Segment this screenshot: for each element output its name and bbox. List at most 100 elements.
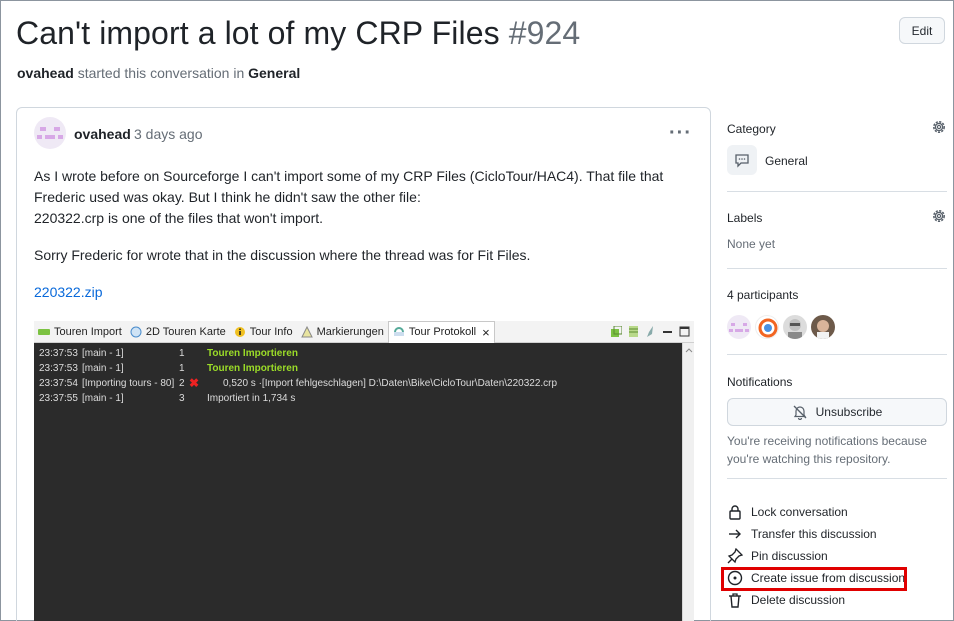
discussion-header: Can't import a lot of my CRP Files #924 … — [16, 15, 945, 55]
category-gear-icon[interactable] — [931, 119, 947, 135]
post-author[interactable]: ovahead — [74, 126, 131, 142]
bell-slash-icon — [793, 405, 807, 420]
trash-icon — [727, 592, 743, 608]
avatar[interactable] — [811, 315, 835, 339]
tab-label: Tour Protokoll — [408, 326, 477, 338]
action-label: Transfer this discussion — [751, 527, 877, 541]
clear-icon — [645, 326, 656, 337]
log-icon — [393, 327, 404, 336]
notifications-heading: Notifications — [727, 375, 793, 389]
log-message: 0,520 s ·[Import fehlgeschlagen] D:\Date… — [223, 378, 558, 389]
lock-conversation-button[interactable]: Lock conversation — [727, 503, 848, 521]
error-icon: ✖ — [189, 376, 200, 390]
avatar[interactable] — [783, 315, 807, 339]
log-console: 23:37:53 [main - 1] 1 Touren Importieren… — [34, 343, 682, 621]
log-number: 1 — [179, 363, 185, 374]
action-label: Lock conversation — [751, 505, 848, 519]
more-options-icon[interactable]: ··· — [669, 122, 692, 145]
tab-2d-touren-karte: 2D Touren Karte — [126, 321, 230, 343]
divider — [727, 354, 947, 355]
header-author-link[interactable]: ovahead — [17, 65, 74, 81]
discussion-post: ovahead 3 days ago ··· As I wrote before… — [16, 107, 711, 621]
started-text: started this conversation in — [77, 65, 245, 81]
edit-button[interactable]: Edit — [899, 17, 945, 44]
log-source: [main - 1] — [82, 363, 124, 374]
divider — [727, 191, 947, 192]
copy-icon — [611, 325, 623, 337]
avatar[interactable] — [34, 117, 66, 149]
log-message: Touren Importieren — [207, 363, 298, 374]
log-time: 23:37:53 — [39, 348, 78, 359]
scroll-up-icon — [685, 348, 693, 353]
header-category-link[interactable]: General — [248, 65, 300, 81]
tab-markierungen: Markierungen — [297, 321, 388, 343]
console-scrollbar — [682, 343, 694, 621]
log-time: 23:37:53 — [39, 363, 78, 374]
log-source: [main - 1] — [82, 393, 124, 404]
arrow-right-icon — [727, 526, 743, 542]
participants-heading: 4 participants — [727, 288, 799, 302]
log-message: Importiert in 1,734 s — [207, 393, 296, 404]
post-line: 220322.crp is one of the files that won'… — [34, 210, 324, 226]
labels-gear-icon[interactable] — [931, 208, 947, 224]
info-icon — [234, 326, 245, 337]
tab-label: Touren Import — [54, 325, 122, 338]
delete-discussion-button[interactable]: Delete discussion — [727, 591, 845, 609]
page-title: Can't import a lot of my CRP Files #924 — [16, 15, 945, 52]
post-body: As I wrote before on Sourceforge I can't… — [34, 166, 694, 319]
globe-icon — [130, 326, 142, 337]
divider — [727, 478, 947, 479]
discussion-meta: ovahead started this conversation in Gen… — [17, 65, 300, 81]
log-number: 1 — [179, 348, 185, 359]
avatar[interactable] — [755, 315, 779, 339]
log-time: 23:37:54 — [39, 378, 78, 389]
pin-icon — [727, 548, 743, 564]
log-message: Touren Importieren — [207, 348, 298, 359]
minimize-icon — [662, 326, 673, 337]
transfer-discussion-button[interactable]: Transfer this discussion — [727, 525, 877, 543]
tab-tour-info: Tour Info — [230, 321, 297, 343]
maximize-icon — [679, 326, 690, 337]
log-source: [Importing tours - 80] — [82, 378, 175, 389]
notification-reason: You're receiving notifications because y… — [727, 432, 927, 468]
labels-heading: Labels — [727, 211, 763, 225]
tab-label: Tour Info — [249, 325, 293, 338]
marker-icon — [300, 325, 313, 337]
unsubscribe-button[interactable]: Unsubscribe — [727, 398, 947, 426]
labels-value: None yet — [727, 237, 776, 251]
columns-icon — [628, 326, 639, 337]
post-paragraph: As I wrote before on Sourceforge I can't… — [34, 166, 694, 229]
attachment-link[interactable]: 220322.zip — [34, 284, 103, 300]
screenshot-tab-bar: Touren Import 2D Touren Karte Tour Info … — [34, 320, 694, 343]
import-icon — [38, 328, 50, 335]
title-text: Can't import a lot of my CRP Files — [16, 15, 500, 51]
category-heading: Category — [727, 122, 776, 136]
category-value[interactable]: General — [765, 154, 808, 168]
action-label: Delete discussion — [751, 593, 846, 607]
pin-discussion-button[interactable]: Pin discussion — [727, 547, 828, 565]
avatar[interactable] — [727, 315, 751, 339]
log-source: [main - 1] — [82, 348, 124, 359]
log-number: 2 — [179, 378, 185, 389]
log-number: 3 — [179, 393, 185, 404]
tab-label: 2D Touren Karte — [145, 325, 226, 338]
lock-icon — [727, 504, 743, 520]
speech-bubble-icon — [727, 145, 757, 175]
notification-text: you're watching this repository. — [727, 452, 891, 466]
tab-label: Markierungen — [316, 325, 384, 338]
notification-text: You're receiving notifications because — [727, 434, 927, 448]
tab-touren-import: Touren Import — [34, 321, 126, 343]
embedded-screenshot: Touren Import 2D Touren Karte Tour Info … — [34, 320, 694, 621]
discussion-number: #924 — [508, 15, 581, 51]
participants-list — [727, 315, 847, 339]
screenshot-toolbar — [611, 325, 690, 337]
post-paragraph: Sorry Frederic for wrote that in the dis… — [34, 247, 531, 263]
highlight-box — [721, 567, 907, 591]
post-timestamp[interactable]: 3 days ago — [134, 126, 203, 142]
close-icon: × — [482, 324, 490, 340]
post-line: As I wrote before on Sourceforge I can't… — [34, 168, 664, 184]
log-time: 23:37:55 — [39, 393, 78, 404]
tab-tour-protokoll: Tour Protokoll × — [387, 320, 495, 343]
post-line: Frederic used was okay. But I think he d… — [34, 189, 421, 205]
unsubscribe-label: Unsubscribe — [815, 405, 883, 419]
